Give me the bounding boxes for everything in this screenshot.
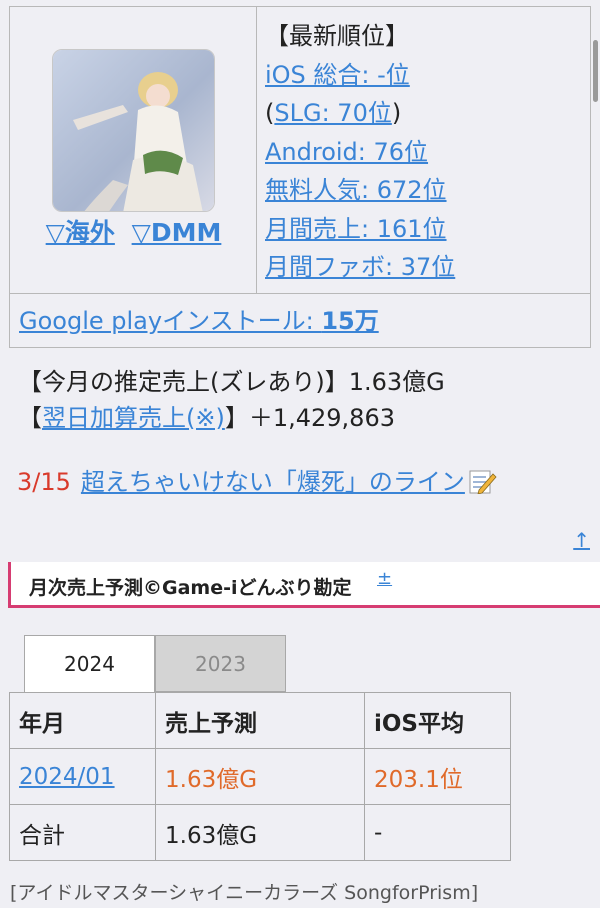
header-year-month: 年月: [9, 692, 156, 749]
pencil-memo-icon: [469, 468, 497, 500]
next-day-bracket-open: 【: [18, 404, 42, 432]
slg-paren-close: ): [391, 99, 402, 127]
slg-rank-row: (SLG: 70位): [265, 94, 455, 133]
google-play-installs-link[interactable]: Google playインストール: 15万: [19, 307, 379, 335]
table-total-row: 合計 1.63億G -: [9, 804, 511, 861]
google-play-label: Google playインストール:: [19, 307, 322, 335]
row-sales-cell: 1.63億G: [155, 748, 365, 805]
google-play-installs: Google playインストール: 15万: [10, 293, 590, 348]
monthly-forecast-table: 年月 売上予測 iOS平均 2024/01 1.63億G 203.1位 合計 1…: [9, 692, 511, 861]
slg-paren-open: (: [265, 99, 275, 127]
month-link[interactable]: 2024/01: [19, 764, 115, 790]
overseas-link[interactable]: ▽海外: [46, 218, 115, 247]
total-label-cell: 合計: [9, 804, 156, 861]
tab-2023[interactable]: 2023: [155, 635, 286, 692]
android-rank-link[interactable]: Android: 76位: [265, 138, 428, 166]
row-ios-cell: 203.1位: [364, 748, 511, 805]
section-header: 月次売上予測©Game-iどんぶり勘定 ±: [8, 562, 600, 608]
news-item: 3/15 超えちゃいけない「爆死」のライン: [17, 462, 497, 500]
game-thumbnail[interactable]: [52, 49, 215, 212]
dmm-link[interactable]: ▽DMM: [132, 218, 222, 247]
game-thumbnail-panel: ▽海外 ▽DMM: [10, 7, 257, 293]
total-sales-cell: 1.63億G: [155, 804, 365, 861]
header-sales-forecast: 売上予測: [155, 692, 365, 749]
page-scrollbar[interactable]: [593, 40, 598, 102]
table-header-row: 年月 売上予測 iOS平均: [9, 692, 511, 749]
ranking-info-box: ▽海外 ▽DMM 【最新順位】 iOS 総合: -位 (SLG: 70位) An…: [9, 6, 591, 348]
ranking-heading: 【最新順位】: [265, 22, 409, 50]
scroll-top-arrow-link[interactable]: ↑: [573, 528, 590, 552]
header-ios-average: iOS平均: [364, 692, 511, 749]
table-row: 2024/01 1.63億G 203.1位: [9, 748, 511, 805]
ranking-list: 【最新順位】 iOS 総合: -位 (SLG: 70位) Android: 76…: [265, 17, 455, 287]
section-toggle-link[interactable]: ±: [377, 568, 392, 589]
google-play-value: 15万: [321, 307, 379, 335]
slg-rank-link[interactable]: SLG: 70位: [274, 99, 391, 127]
ios-total-rank-link[interactable]: iOS 総合: -位: [265, 61, 410, 89]
monthly-sales-rank-link[interactable]: 月間売上: 161位: [265, 215, 447, 243]
store-links: ▽海外 ▽DMM: [10, 213, 257, 249]
monthly-sales-estimate: 【今月の推定売上(ズレあり)】1.63億G: [18, 368, 445, 396]
news-headline-link[interactable]: 超えちゃいけない「爆死」のライン: [81, 468, 465, 496]
row-month-cell: 2024/01: [9, 748, 156, 805]
tab-2024[interactable]: 2024: [24, 635, 155, 692]
category-tag: [アイドルマスターシャイニーカラーズ SongforPrism]: [10, 882, 479, 904]
next-day-sales-line: 【翌日加算売上(※)】＋1,429,863: [18, 398, 395, 433]
next-day-sales-value: 】＋1,429,863: [224, 404, 395, 432]
monthly-fav-rank-link[interactable]: 月間ファボ: 37位: [265, 253, 455, 281]
section-title: 月次売上予測©Game-iどんぶり勘定: [29, 577, 352, 599]
free-popular-rank-link[interactable]: 無料人気: 672位: [265, 176, 447, 204]
total-ios-cell: -: [364, 804, 511, 861]
next-day-sales-link[interactable]: 翌日加算売上(※): [42, 404, 225, 432]
news-date: 3/15: [17, 468, 71, 496]
